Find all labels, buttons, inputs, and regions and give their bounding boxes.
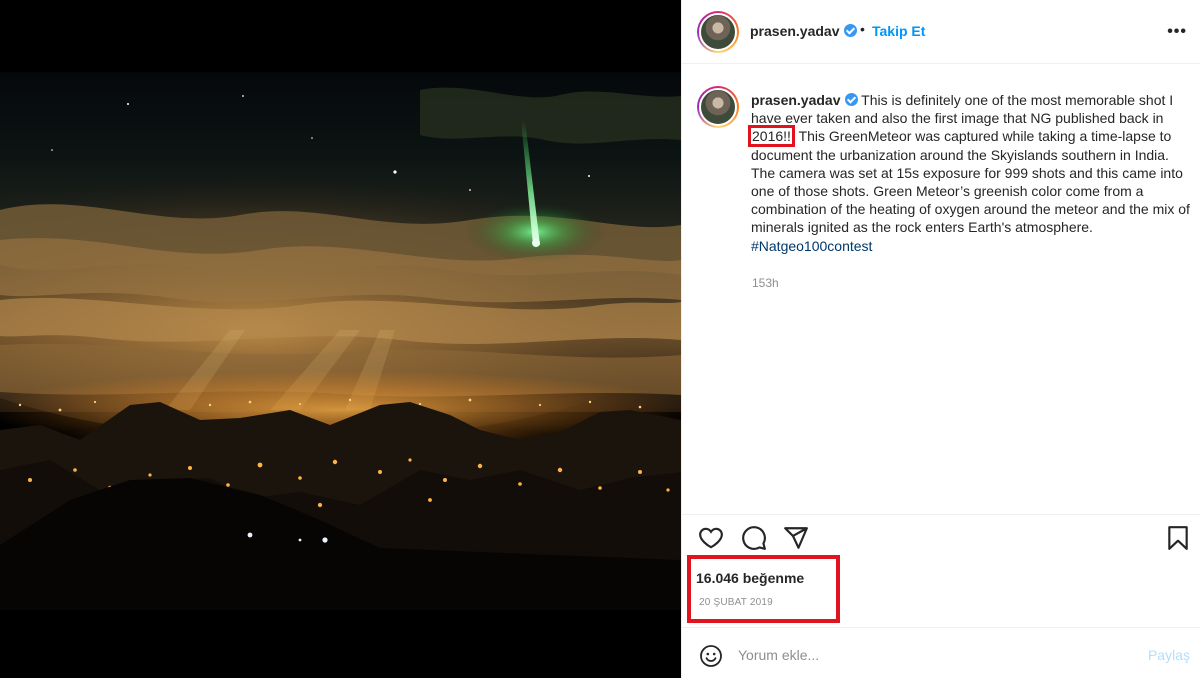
likes-count[interactable]: 16.046 beğenme xyxy=(696,570,804,586)
likes-highlight-annotation xyxy=(687,555,840,623)
caption-section: prasen.yadav This is definitely one of t… xyxy=(682,64,1200,514)
comment-bubble-icon[interactable] xyxy=(741,525,767,551)
heart-icon[interactable] xyxy=(698,525,724,551)
author-avatar[interactable] xyxy=(697,11,739,53)
post-date[interactable]: 20 ŞUBAT 2019 xyxy=(699,597,773,608)
caption-timestamp[interactable]: 153h xyxy=(752,276,779,290)
bookmark-icon[interactable] xyxy=(1165,525,1191,551)
verified-badge-icon xyxy=(843,24,857,37)
hashtag-link[interactable]: #Natgeo100contest xyxy=(751,238,872,254)
comment-input[interactable] xyxy=(738,642,1118,668)
caption-username-link[interactable]: prasen.yadav xyxy=(751,92,841,108)
follow-button[interactable]: Takip Et xyxy=(872,23,925,39)
highlighted-year-annotation: 2016!! xyxy=(748,125,795,148)
paper-plane-icon[interactable] xyxy=(783,525,809,551)
post-header: prasen.yadav • Takip Et ••• xyxy=(682,0,1200,64)
post-action-bar xyxy=(682,514,1200,560)
more-options-icon[interactable]: ••• xyxy=(1167,23,1187,41)
caption-author-avatar[interactable] xyxy=(697,86,739,128)
add-comment-bar: Paylaş xyxy=(682,627,1200,678)
post-caption: prasen.yadav This is definitely one of t… xyxy=(748,91,1191,255)
post-details-panel: prasen.yadav • Takip Et ••• prasen.yadav… xyxy=(681,0,1200,678)
author-username-link[interactable]: prasen.yadav xyxy=(750,23,857,39)
smiley-icon[interactable] xyxy=(699,644,723,668)
post-photo[interactable] xyxy=(0,0,681,678)
meteor-night-landscape-image xyxy=(0,0,681,678)
post-comment-button[interactable]: Paylaş xyxy=(1148,647,1190,663)
header-separator: • xyxy=(860,21,865,37)
caption-verified-badge-icon xyxy=(844,93,858,106)
caption-text-part-2: This GreenMeteor was captured while taki… xyxy=(751,128,1190,236)
